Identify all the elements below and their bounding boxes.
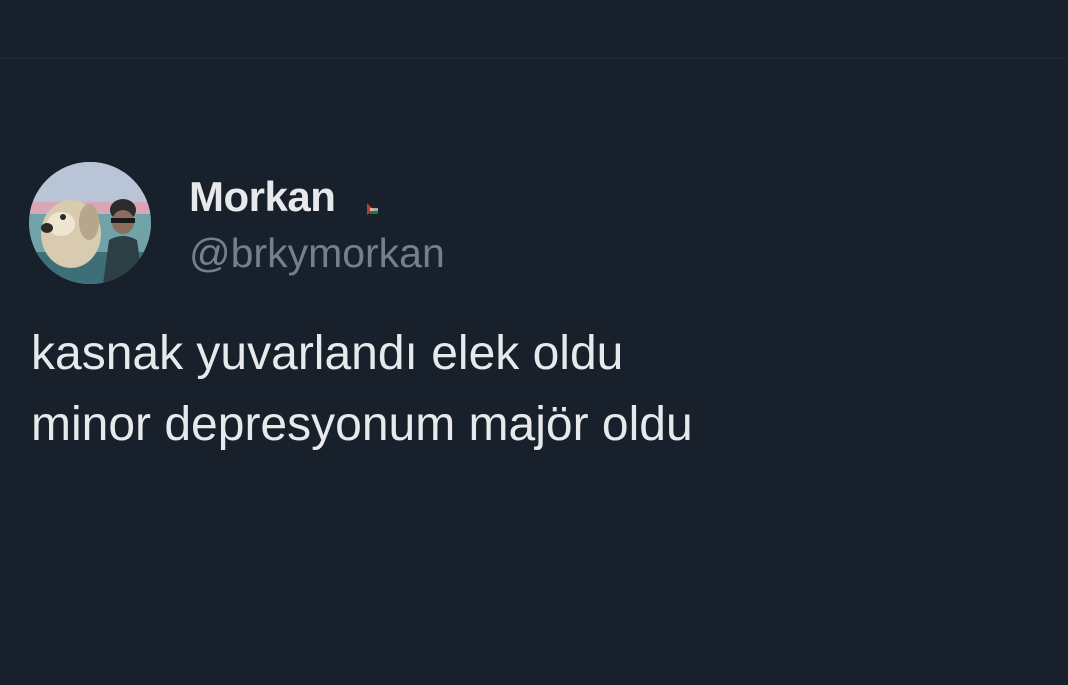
user-handle[interactable]: @brkymorkan	[189, 230, 445, 277]
tweet-screenshot: Morkan @brkymorkan kasnak yuvarlandı ele…	[0, 0, 1068, 685]
avatar[interactable]	[29, 162, 151, 284]
avatar-photo-icon	[29, 162, 151, 284]
tweet-text: kasnak yuvarlandı elek oldu minor depres…	[31, 318, 1031, 460]
display-name[interactable]: Morkan	[189, 173, 336, 221]
tweet-text-line: minor depresyonum majör oldu	[31, 398, 693, 451]
divider	[0, 58, 1068, 59]
flag-icon	[367, 203, 378, 215]
tweet-text-line: kasnak yuvarlandı elek oldu	[31, 327, 624, 380]
